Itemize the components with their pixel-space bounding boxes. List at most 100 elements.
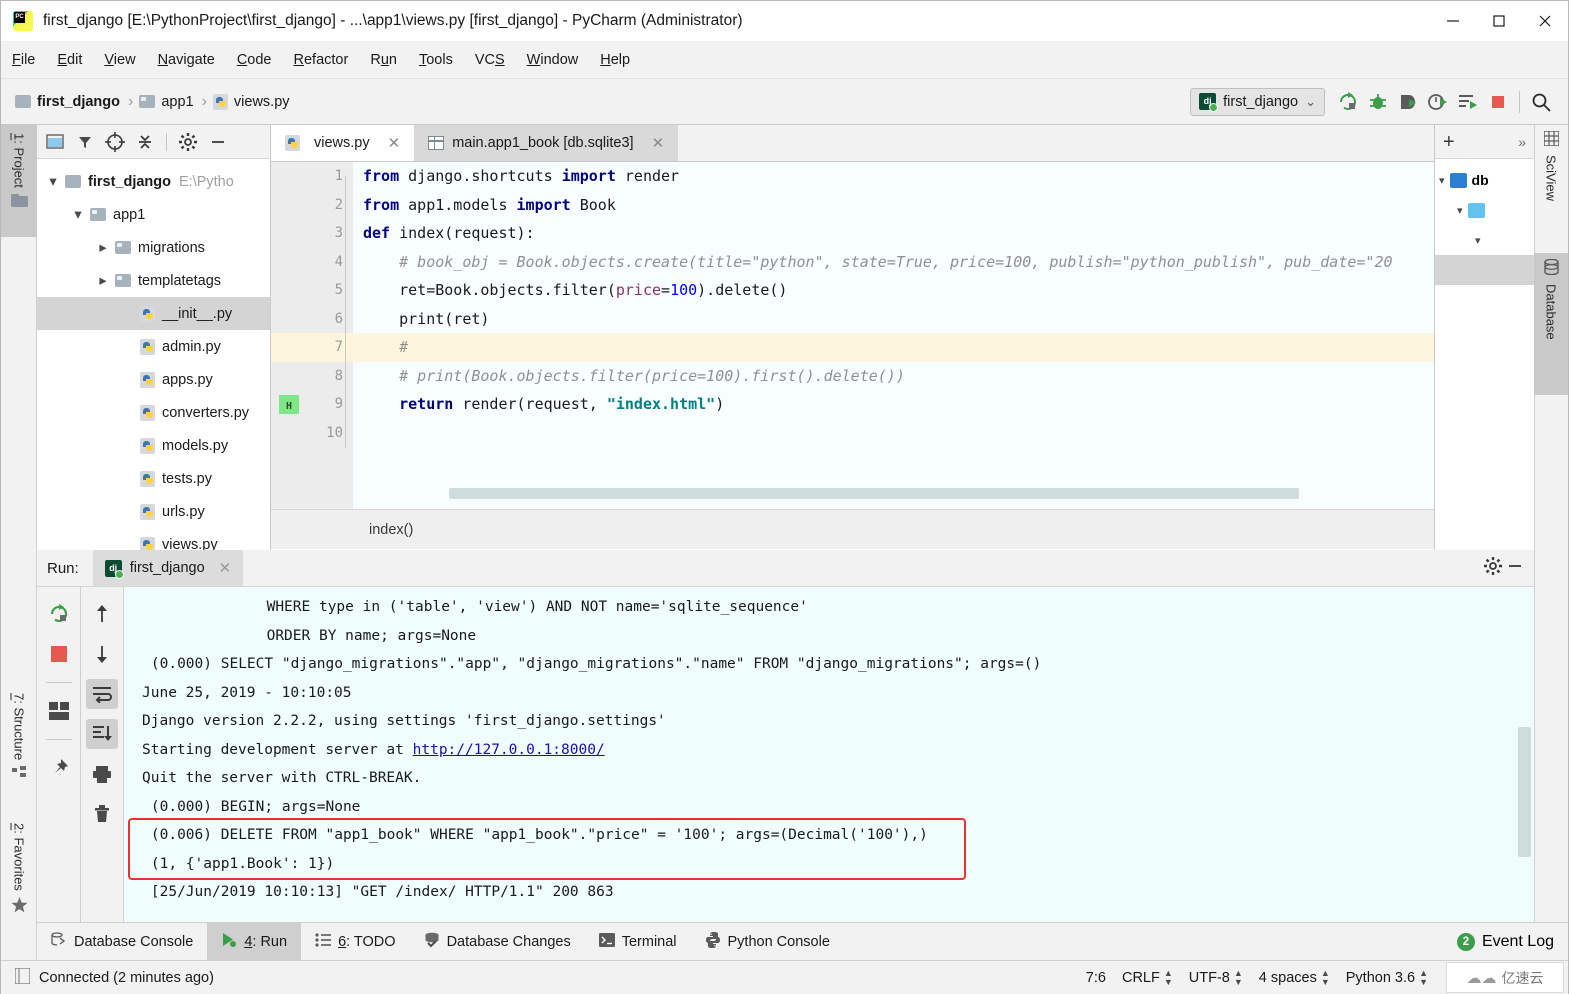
- sidebar-item-favorites[interactable]: 2: Favorites: [1, 815, 37, 943]
- tab-views-py[interactable]: views.py ✕: [271, 125, 415, 161]
- chevron-down-icon[interactable]: ▾: [70, 207, 86, 223]
- add-datasource-icon[interactable]: +: [1443, 132, 1455, 152]
- db-tree-row-db[interactable]: ▾ db: [1435, 165, 1534, 195]
- print-icon[interactable]: [86, 759, 118, 789]
- menu-edit[interactable]: Edit: [46, 48, 93, 72]
- tree-item[interactable]: admin.py: [37, 330, 270, 363]
- code-line[interactable]: # print(Book.objects.filter(price=100).f…: [353, 362, 1534, 391]
- line-number[interactable]: 4: [271, 248, 353, 277]
- tree-item[interactable]: tests.py: [37, 462, 270, 495]
- code-line[interactable]: print(ret): [353, 305, 1534, 334]
- stop-icon[interactable]: [43, 639, 75, 669]
- menu-vcs[interactable]: VCS: [464, 48, 516, 72]
- breadcrumb-app1[interactable]: app1 ›: [139, 93, 213, 111]
- run-console[interactable]: WHERE type in ('table', 'view') AND NOT …: [123, 587, 1534, 922]
- chevron-down-icon[interactable]: ▾: [1475, 234, 1481, 247]
- db-tree-row-selected[interactable]: [1435, 255, 1534, 285]
- indent-selector[interactable]: 4 spaces ▲ ▼: [1259, 968, 1330, 987]
- caret-position[interactable]: 7:6: [1086, 970, 1106, 986]
- gear-icon[interactable]: [174, 129, 202, 155]
- db-tree-row-tables[interactable]: ▾: [1435, 225, 1534, 255]
- tree-item[interactable]: apps.py: [37, 363, 270, 396]
- tree-item[interactable]: __init__.py: [37, 297, 270, 330]
- menu-code[interactable]: Code: [226, 48, 283, 72]
- trash-icon[interactable]: [86, 799, 118, 829]
- breadcrumb-views-py[interactable]: views.py: [212, 93, 290, 110]
- rerun-icon[interactable]: [1333, 87, 1363, 117]
- collapse-all-icon[interactable]: [131, 129, 159, 155]
- close-icon[interactable]: ✕: [219, 559, 232, 577]
- db-tree-row-schema[interactable]: ▾: [1435, 195, 1534, 225]
- layout-icon[interactable]: [43, 696, 75, 726]
- expand-toolbar-icon[interactable]: »: [1518, 134, 1526, 150]
- tab-database-console[interactable]: Database Console: [37, 923, 207, 960]
- menu-tools[interactable]: Tools: [408, 48, 464, 72]
- up-arrow-icon[interactable]: [86, 599, 118, 629]
- code-line[interactable]: [353, 419, 1534, 448]
- event-log-tab[interactable]: 2 Event Log: [1456, 923, 1568, 960]
- line-number[interactable]: 1−: [271, 162, 371, 191]
- tab-python-console[interactable]: Python Console: [691, 923, 844, 960]
- line-number[interactable]: 10: [271, 419, 353, 448]
- chevron-down-icon[interactable]: ▾: [45, 174, 61, 190]
- tree-item[interactable]: urls.py: [37, 495, 270, 528]
- code-line[interactable]: ret=Book.objects.filter(price=100).delet…: [353, 276, 1534, 305]
- sidebar-item-project[interactable]: 1: Project: [1, 125, 37, 237]
- tree-item[interactable]: ▸ migrations: [37, 231, 270, 264]
- chevron-right-icon[interactable]: ▸: [95, 273, 111, 289]
- close-icon[interactable]: ✕: [652, 134, 665, 152]
- breadcrumb-first-django[interactable]: first_django ›: [15, 93, 139, 111]
- run-with-console-icon[interactable]: [1453, 87, 1483, 117]
- pin-icon[interactable]: [43, 753, 75, 783]
- connection-status[interactable]: Connected (2 minutes ago): [39, 970, 214, 986]
- hide-icon[interactable]: [204, 129, 232, 155]
- tree-item[interactable]: views.py: [37, 528, 270, 550]
- chevron-right-icon[interactable]: ▸: [95, 240, 111, 256]
- code-line[interactable]: return render(request, "index.html"): [353, 390, 1534, 419]
- tab-database-changes[interactable]: Database Changes: [410, 923, 585, 960]
- debug-icon[interactable]: [1363, 87, 1393, 117]
- stop-icon[interactable]: [1483, 87, 1513, 117]
- menu-navigate[interactable]: Navigate: [147, 48, 226, 72]
- menu-run[interactable]: Run: [359, 48, 408, 72]
- soft-wrap-icon[interactable]: [86, 679, 118, 709]
- tab-run[interactable]: 4: Run: [207, 923, 302, 960]
- tree-item[interactable]: ▾ app1: [37, 198, 270, 231]
- sidebar-item-structure[interactable]: 7: Structure: [1, 685, 37, 803]
- select-opened-file-icon[interactable]: [41, 129, 69, 155]
- down-arrow-icon[interactable]: [86, 639, 118, 669]
- editor-gutter[interactable]: 1−2−3−4567−8−9−H10: [271, 162, 371, 509]
- tree-item[interactable]: ▾ first_django E:\Pytho: [37, 165, 270, 198]
- tab-todo[interactable]: 6: TODO: [301, 923, 410, 960]
- locate-icon[interactable]: [101, 129, 129, 155]
- console-link[interactable]: http://127.0.0.1:8000/: [413, 742, 605, 758]
- search-icon[interactable]: [1526, 87, 1556, 117]
- menu-help[interactable]: Help: [589, 48, 641, 72]
- line-number[interactable]: 9−H: [271, 390, 371, 419]
- run-tab-first-django[interactable]: dj first_django ✕: [92, 550, 244, 586]
- line-number[interactable]: 7−: [271, 333, 371, 362]
- tab-terminal[interactable]: Terminal: [585, 923, 691, 960]
- interpreter-selector[interactable]: Python 3.6 ▲ ▼: [1346, 968, 1428, 987]
- rerun-icon[interactable]: [43, 599, 75, 629]
- tree-item[interactable]: converters.py: [37, 396, 270, 429]
- line-number[interactable]: 2−: [271, 191, 371, 220]
- gear-icon[interactable]: [1484, 556, 1502, 580]
- editor-horizontal-scrollbar[interactable]: [449, 488, 1299, 499]
- code-line[interactable]: from app1.models import Book: [353, 191, 1534, 220]
- sidebar-item-database[interactable]: Database: [1534, 253, 1568, 395]
- code-area[interactable]: from django.shortcuts import render from …: [353, 162, 1534, 509]
- sidebar-item-sciview[interactable]: SciView: [1534, 125, 1568, 253]
- close-button[interactable]: [1522, 1, 1568, 41]
- code-line[interactable]: from django.shortcuts import render: [353, 162, 1534, 191]
- line-number[interactable]: 3−: [271, 219, 371, 248]
- scroll-to-end-icon[interactable]: [86, 719, 118, 749]
- editor-breadcrumb[interactable]: index(): [271, 509, 1534, 549]
- chevron-down-icon[interactable]: ▾: [1439, 174, 1445, 187]
- profile-icon[interactable]: [1423, 87, 1453, 117]
- line-separator-selector[interactable]: CRLF ▲ ▼: [1122, 968, 1173, 987]
- code-line[interactable]: # book_obj = Book.objects.create(title="…: [353, 248, 1534, 277]
- menu-view[interactable]: View: [93, 48, 146, 72]
- filter-icon[interactable]: [71, 129, 99, 155]
- tab-main-app1-book[interactable]: main.app1_book [db.sqlite3] ✕: [414, 125, 679, 161]
